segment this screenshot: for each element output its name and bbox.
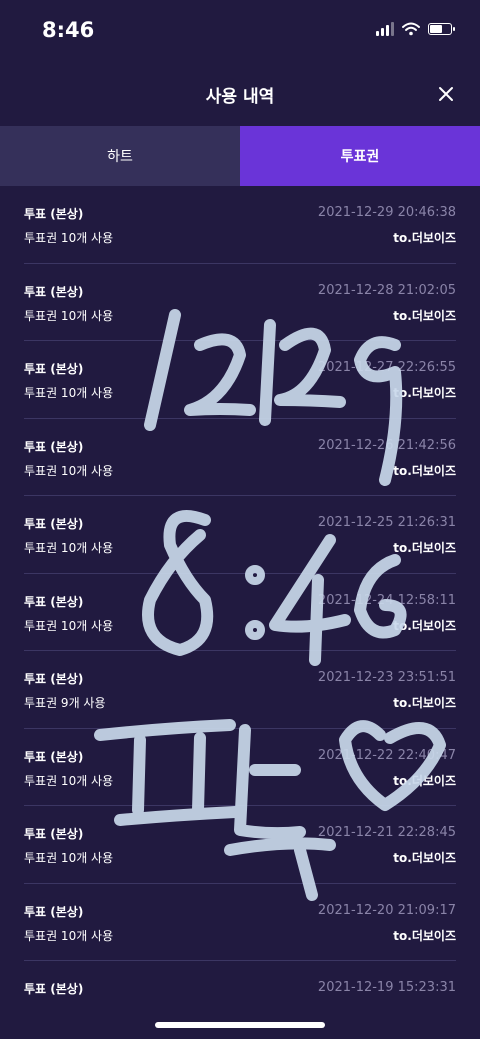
header: 사용 내역 [0, 62, 480, 126]
record-title: 투표 (본상) [24, 904, 84, 919]
record-date: 2021-12-27 22:26:55 [317, 360, 456, 375]
record-target: to.더보이즈 [393, 231, 456, 245]
list-item: 투표 (본상) 2021-12-29 20:46:38 투표권 10개 사용 t… [24, 186, 456, 264]
record-title: 투표 (본상) [24, 362, 84, 376]
list-item: 투표 (본상) 2021-12-26 21:42:56 투표권 10개 사용 t… [24, 419, 456, 496]
home-indicator[interactable] [155, 1022, 325, 1028]
battery-icon [428, 23, 455, 35]
record-desc: 투표권 10개 사용 [24, 773, 114, 788]
record-title: 투표 (본상) [24, 982, 84, 996]
record-target: to.더보이즈 [393, 696, 456, 710]
record-date: 2021-12-19 15:23:31 [317, 980, 456, 995]
tab-heart[interactable]: 하트 [0, 126, 240, 186]
record-title: 투표 (본상) [24, 207, 84, 221]
record-desc: 투표권 10개 사용 [24, 308, 114, 323]
record-desc: 투표권 10개 사용 [24, 928, 114, 943]
list-item: 투표 (본상) 2021-12-25 21:26:31 투표권 10개 사용 t… [24, 496, 456, 574]
status-bar: 8:46 [0, 0, 480, 62]
list-item: 투표 (본상) 2021-12-23 23:51:51 투표권 9개 사용 to… [24, 651, 456, 729]
usage-history-list: 투표 (본상) 2021-12-29 20:46:38 투표권 10개 사용 t… [0, 186, 480, 1039]
record-target: to.더보이즈 [393, 618, 456, 633]
record-target: to.더보이즈 [393, 928, 456, 943]
tab-bar: 하트 투표권 [0, 126, 480, 186]
record-date: 2021-12-20 21:09:17 [317, 902, 456, 918]
record-date: 2021-12-24 12:58:11 [317, 592, 456, 608]
status-icons [376, 22, 455, 36]
record-title: 투표 (본상) [24, 517, 84, 531]
record-target: to.더보이즈 [393, 851, 456, 865]
record-date: 2021-12-28 21:02:05 [317, 282, 456, 298]
close-icon[interactable] [430, 78, 462, 110]
record-desc: 투표권 10개 사용 [24, 541, 114, 555]
record-target: to.더보이즈 [393, 463, 456, 478]
record-date: 2021-12-26 21:42:56 [317, 437, 456, 453]
record-date: 2021-12-22 22:40:47 [317, 747, 456, 763]
list-item: 투표 (본상) 2021-12-20 21:09:17 투표권 10개 사용 t… [24, 884, 456, 961]
list-item: 투표 (본상) 2021-12-24 12:58:11 투표권 10개 사용 t… [24, 574, 456, 651]
record-date: 2021-12-25 21:26:31 [317, 515, 456, 530]
record-title: 투표 (본상) [24, 749, 84, 764]
record-target: to.더보이즈 [393, 386, 456, 400]
page-title: 사용 내역 [205, 87, 275, 107]
tab-vote-ticket[interactable]: 투표권 [240, 126, 480, 186]
list-item: 투표 (본상) 2021-12-22 22:40:47 투표권 10개 사용 t… [24, 729, 456, 806]
status-time: 8:46 [42, 18, 95, 42]
record-title: 투표 (본상) [24, 672, 84, 686]
record-desc: 투표권 10개 사용 [24, 386, 114, 400]
record-title: 투표 (본상) [24, 594, 84, 609]
wifi-icon [402, 22, 420, 36]
record-desc: 투표권 10개 사용 [24, 463, 114, 478]
list-item: 투표 (본상) 2021-12-27 22:26:55 투표권 10개 사용 t… [24, 341, 456, 419]
record-date: 2021-12-29 20:46:38 [317, 205, 456, 220]
record-target: to.더보이즈 [393, 773, 456, 788]
record-title: 투표 (본상) [24, 827, 84, 841]
record-desc: 투표권 10개 사용 [24, 618, 114, 633]
record-title: 투표 (본상) [24, 439, 84, 454]
list-item: 투표 (본상) 2021-12-28 21:02:05 투표권 10개 사용 t… [24, 264, 456, 341]
record-title: 투표 (본상) [24, 284, 84, 299]
signal-icon [376, 22, 394, 36]
record-desc: 투표권 10개 사용 [24, 851, 114, 865]
record-date: 2021-12-23 23:51:51 [317, 670, 456, 685]
record-target: to.더보이즈 [393, 541, 456, 555]
record-target: to.더보이즈 [393, 308, 456, 323]
list-item: 투표 (본상) 2021-12-21 22:28:45 투표권 10개 사용 t… [24, 806, 456, 884]
record-date: 2021-12-21 22:28:45 [317, 825, 456, 840]
record-desc: 투표권 10개 사용 [24, 231, 114, 245]
record-desc: 투표권 9개 사용 [24, 696, 106, 710]
